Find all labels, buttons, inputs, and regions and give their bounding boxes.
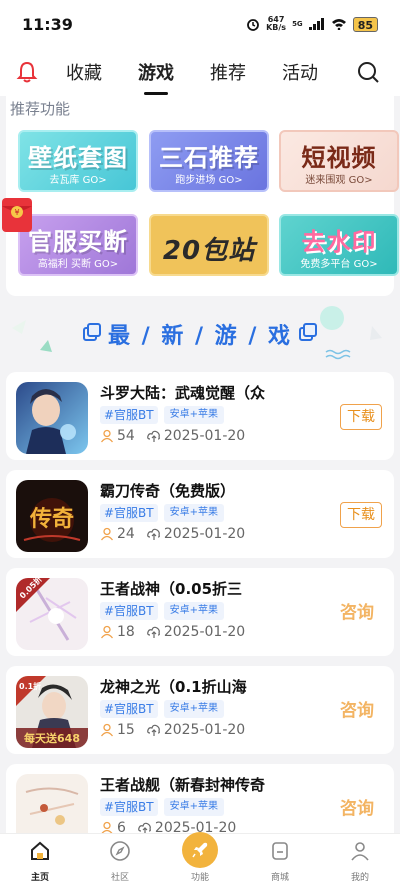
discount-badge: 0.1折 (19, 681, 41, 691)
bottom-tab-bar: 主页 社区 功能 商城 我的 (0, 832, 400, 889)
alarm-icon (247, 19, 259, 31)
functions-title: 推荐功能 (10, 100, 71, 118)
copy-icon-right (299, 323, 317, 341)
game-icon[interactable]: 0.05折 (16, 578, 88, 650)
user-count-icon (100, 625, 114, 639)
gift-banner: 每天送648 (24, 731, 80, 745)
rocket-icon (192, 842, 208, 858)
tag-platform: 安卓+苹果 (163, 406, 225, 424)
update-date: 2025-01-20 (163, 624, 246, 640)
rocket-button[interactable] (182, 832, 218, 868)
update-date: 2025-01-20 (163, 722, 246, 738)
wifi-icon (331, 19, 346, 30)
tab-games[interactable]: 游戏 (138, 59, 174, 95)
battery-level: 85 (352, 16, 378, 32)
signal-type: 5G (292, 20, 303, 28)
remove-watermark-tile[interactable]: 去水印 免费多平台 GO> (279, 214, 399, 276)
game-card[interactable]: 传奇 霸刀传奇（免费版） #官服BT 安卓+苹果 24 2025-01-20 下载 (6, 470, 394, 558)
game-name: 斗罗大陆：武魂觉醒（众 (100, 384, 266, 402)
user-count: 15 (117, 722, 135, 738)
consult-button[interactable]: 咨询 (340, 794, 374, 819)
consult-button[interactable]: 咨询 (340, 696, 374, 721)
tag-platform: 安卓+苹果 (163, 602, 225, 620)
consult-button[interactable]: 咨询 (340, 598, 374, 623)
status-time: 11:39 (22, 14, 73, 34)
compass-icon (110, 841, 130, 861)
status-bar: 11:39 647 KB/s 5G 85 (0, 0, 400, 48)
game-icon[interactable] (16, 382, 88, 454)
game-meta: 15 2025-01-20 (100, 722, 245, 738)
upload-icon (146, 528, 160, 540)
official-buyout-tile[interactable]: 官服买断 高福利 买断 GO> (18, 214, 138, 276)
tag-bt: #官服BT (100, 700, 158, 718)
tab-home[interactable]: 主页 (10, 840, 70, 883)
three-stone-tile[interactable]: 三石推荐 跑步进场 GO> (149, 130, 269, 192)
game-card[interactable]: 0.05折 王者战神（0.05折三 #官服BT 安卓+苹果 18 2025-01-… (6, 568, 394, 656)
tab-community[interactable]: 社区 (90, 840, 150, 883)
game-name: 龙神之光（0.1折山海 (100, 678, 247, 696)
red-packet-icon[interactable]: ¥ (0, 194, 36, 234)
signal-icon (308, 18, 324, 30)
user-count-icon (100, 429, 114, 443)
update-date: 2025-01-20 (163, 526, 246, 542)
search-icon[interactable] (356, 60, 380, 84)
tag-bt: #官服BT (100, 798, 158, 816)
tab-recommend[interactable]: 推荐 (210, 59, 246, 85)
twenty-pack-tile[interactable]: 20包站 (149, 214, 269, 276)
tab-events[interactable]: 活动 (282, 59, 318, 85)
upload-icon (146, 626, 160, 638)
game-card[interactable]: 每天送648 0.1折 龙神之光（0.1折山海 #官服BT 安卓+苹果 15 202… (6, 666, 394, 754)
tab-shop[interactable]: 商城 (250, 840, 310, 883)
tag-bt: #官服BT (100, 504, 158, 522)
wallpaper-tile[interactable]: 壁纸套图 去瓦库 GO> (18, 130, 138, 192)
user-count: 54 (117, 428, 135, 444)
bell-icon[interactable] (14, 59, 40, 85)
status-right: 647 KB/s 5G 85 (246, 16, 378, 32)
download-button[interactable]: 下载 (340, 502, 382, 528)
user-count: 24 (117, 526, 135, 542)
update-date: 2025-01-20 (163, 428, 246, 444)
tag-platform: 安卓+苹果 (163, 504, 225, 522)
latest-games-header: 最 / 新 / 游 / 戏 (0, 300, 400, 366)
tag-bt: #官服BT (100, 602, 158, 620)
tag-platform: 安卓+苹果 (163, 798, 225, 816)
tab-favorites[interactable]: 收藏 (66, 59, 102, 85)
game-icon[interactable]: 传奇 (16, 480, 88, 552)
game-meta: 18 2025-01-20 (100, 624, 245, 640)
tab-profile[interactable]: 我的 (330, 840, 390, 883)
shop-icon (272, 842, 288, 860)
net-speed: 647 KB/s (266, 15, 287, 32)
upload-icon (146, 724, 160, 736)
game-card[interactable]: 斗罗大陆：武魂觉醒（众 #官服BT 安卓+苹果 54 2025-01-20 下载 (6, 372, 394, 460)
download-button[interactable]: 下载 (340, 404, 382, 430)
svg-text:¥: ¥ (14, 208, 19, 217)
tab-functions[interactable]: 功能 (170, 832, 230, 883)
tag-platform: 安卓+苹果 (163, 700, 225, 718)
user-count-icon (100, 723, 114, 737)
game-icon[interactable]: 每天送648 0.1折 (16, 676, 88, 748)
user-count: 18 (117, 624, 135, 640)
recommended-functions: 推荐功能 壁纸套图 去瓦库 GO> 三石推荐 跑步进场 GO> 短视频 迷来围观… (2, 96, 399, 296)
user-count-icon (100, 527, 114, 541)
game-logo-text: 传奇 (29, 506, 74, 532)
section-title: 最 / 新 / 游 / 戏 (107, 324, 293, 349)
short-video-tile[interactable]: 短视频 迷来围观 GO> (279, 130, 399, 192)
game-name: 王者战神（0.05折三 (100, 580, 243, 598)
game-meta: 24 2025-01-20 (100, 526, 245, 542)
game-meta: 54 2025-01-20 (100, 428, 245, 444)
home-icon (31, 841, 49, 860)
game-name: 王者战舰（新春封神传奇 (100, 776, 266, 794)
tag-bt: #官服BT (100, 406, 158, 424)
game-name: 霸刀传奇（免费版） (100, 482, 236, 500)
upload-icon (146, 430, 160, 442)
top-nav: 收藏 游戏 推荐 活动 (0, 48, 400, 96)
user-icon (351, 842, 369, 861)
